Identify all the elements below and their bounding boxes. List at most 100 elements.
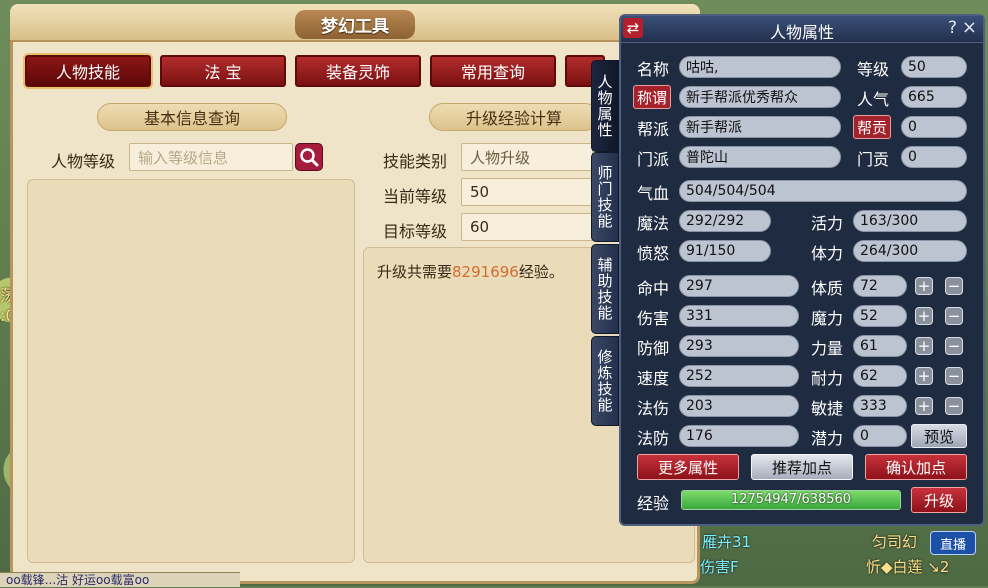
help-icon[interactable]: ? bbox=[948, 18, 957, 38]
result-number: 8291696 bbox=[452, 263, 519, 281]
minus-magic-button[interactable]: − bbox=[945, 307, 963, 325]
plus-strength-button[interactable]: + bbox=[915, 337, 933, 355]
popularity-value: 665 bbox=[901, 86, 967, 108]
stat-value-constitution: 72 bbox=[853, 275, 907, 297]
stat-value-speed: 252 bbox=[679, 365, 799, 387]
mp-value: 292/292 bbox=[679, 210, 771, 232]
hp-label: 气血 bbox=[637, 184, 670, 203]
anger-value: 91/150 bbox=[679, 240, 771, 262]
minus-endurance-button[interactable]: − bbox=[945, 367, 963, 385]
tab-equipment-accessory[interactable]: 装备灵饰 bbox=[295, 55, 421, 87]
attribute-titlebar[interactable]: ⇄ 人物属性 ? × bbox=[621, 16, 983, 43]
scene-text-npc: 雁卉31 bbox=[702, 533, 752, 551]
current-level-label: 当前等级 bbox=[383, 187, 448, 206]
target-level-input[interactable]: 60 bbox=[461, 213, 593, 241]
stat-value-strength: 61 bbox=[853, 335, 907, 357]
stat-label-constitution: 体质 bbox=[811, 279, 844, 298]
attribute-window: ⇄ 人物属性 ? × 名称 咕咕, 等级 50 称谓 新手帮派优秀帮众 人气 6… bbox=[619, 14, 985, 526]
exp-bar: 12754947/638560 bbox=[681, 490, 901, 510]
chat-bar[interactable]: oo载锋...沽 好运oo载富oo bbox=[0, 572, 240, 587]
sidetab-sect-skills[interactable]: 师门技能 bbox=[591, 152, 619, 242]
stat-value-defense: 293 bbox=[679, 335, 799, 357]
stat-value-spell-defense: 176 bbox=[679, 425, 799, 447]
plus-constitution-button[interactable]: + bbox=[915, 277, 933, 295]
sect-label: 门派 bbox=[637, 150, 670, 169]
tab-magic-treasure[interactable]: 法 宝 bbox=[160, 55, 286, 87]
exp-label: 经验 bbox=[637, 494, 670, 513]
tab-character-skills[interactable]: 人物技能 bbox=[23, 53, 153, 89]
section-exp-calculator: 升级经验计算 bbox=[429, 103, 599, 131]
section-basic-info: 基本信息查询 bbox=[97, 103, 287, 131]
recommend-points-button[interactable]: 推荐加点 bbox=[751, 454, 853, 480]
gang-value: 新手帮派 bbox=[679, 116, 841, 138]
result-prefix: 升级共需要 bbox=[377, 263, 453, 281]
search-button[interactable] bbox=[295, 143, 323, 171]
stat-label-hit: 命中 bbox=[637, 279, 670, 298]
scene-text-player: 匀司幻 bbox=[872, 533, 918, 551]
level-up-button[interactable]: 升级 bbox=[911, 487, 967, 513]
scene-text-damage: 伤害F bbox=[700, 558, 739, 576]
sidetab-support-skills[interactable]: 辅助技能 bbox=[591, 244, 619, 334]
skill-type-select[interactable]: 人物升级 bbox=[461, 143, 593, 171]
plus-magic-button[interactable]: + bbox=[915, 307, 933, 325]
stat-label-speed: 速度 bbox=[637, 369, 670, 388]
stat-label-defense: 防御 bbox=[637, 339, 670, 358]
basic-info-panel bbox=[27, 179, 355, 563]
tab-common-query[interactable]: 常用查询 bbox=[430, 55, 556, 87]
stat-label-spell-damage: 法伤 bbox=[637, 399, 670, 418]
stat-value-agility: 333 bbox=[853, 395, 907, 417]
search-icon bbox=[300, 148, 319, 167]
gang-contribution-value: 0 bbox=[901, 116, 967, 138]
level-input[interactable]: 输入等级信息 bbox=[129, 143, 293, 171]
minus-constitution-button[interactable]: − bbox=[945, 277, 963, 295]
plus-endurance-button[interactable]: + bbox=[915, 367, 933, 385]
attribute-title: 人物属性 bbox=[769, 23, 834, 42]
gang-contribution-button[interactable]: 帮贡 bbox=[853, 115, 892, 139]
current-level-input[interactable]: 50 bbox=[461, 178, 593, 206]
close-icon[interactable]: × bbox=[962, 17, 977, 38]
level-value: 50 bbox=[901, 56, 967, 78]
name-value: 咕咕, bbox=[679, 56, 841, 78]
tool-titlebar[interactable]: 梦幻工具 bbox=[10, 4, 700, 42]
level-label: 人物等级 bbox=[51, 152, 116, 171]
stat-value-endurance: 62 bbox=[853, 365, 907, 387]
stamina-label: 体力 bbox=[811, 244, 844, 263]
minus-strength-button[interactable]: − bbox=[945, 337, 963, 355]
hp-value: 504/504/504 bbox=[679, 180, 967, 202]
live-stream-button[interactable]: 直播 bbox=[930, 531, 976, 555]
vitality-value: 163/300 bbox=[853, 210, 967, 232]
stat-label-magic: 魔力 bbox=[811, 309, 844, 328]
popularity-label: 人气 bbox=[857, 90, 890, 109]
stat-value-magic: 52 bbox=[853, 305, 907, 327]
name-label: 名称 bbox=[637, 60, 670, 79]
minus-agility-button[interactable]: − bbox=[945, 397, 963, 415]
anger-label: 愤怒 bbox=[637, 244, 670, 263]
plus-agility-button[interactable]: + bbox=[915, 397, 933, 415]
stat-label-spell-defense: 法防 bbox=[637, 429, 670, 448]
sect-value: 普陀山 bbox=[679, 146, 841, 168]
result-suffix: 经验。 bbox=[518, 263, 564, 281]
skill-type-label: 技能类别 bbox=[383, 152, 448, 171]
vitality-label: 活力 bbox=[811, 214, 844, 233]
stat-value-spell-damage: 203 bbox=[679, 395, 799, 417]
title-value: 新手帮派优秀帮众 bbox=[679, 86, 841, 108]
preview-button[interactable]: 预览 bbox=[911, 424, 967, 448]
scene-text-player-name: 忻◆白莲 ↘2 bbox=[866, 558, 950, 576]
target-level-label: 目标等级 bbox=[383, 222, 448, 241]
stat-value-potential: 0 bbox=[853, 425, 907, 447]
stat-label-damage: 伤害 bbox=[637, 309, 670, 328]
chat-bar-text: oo载锋...沽 好运oo载富oo bbox=[6, 573, 150, 587]
stat-label-strength: 力量 bbox=[811, 339, 844, 358]
exp-value: 12754947/638560 bbox=[730, 492, 852, 507]
sect-contribution-label: 门贡 bbox=[857, 150, 890, 169]
sidetab-character-attributes[interactable]: 人物属性 bbox=[591, 60, 619, 152]
more-attributes-button[interactable]: 更多属性 bbox=[637, 454, 739, 480]
stat-value-hit: 297 bbox=[679, 275, 799, 297]
sect-contribution-value: 0 bbox=[901, 146, 967, 168]
gang-label: 帮派 bbox=[637, 120, 670, 139]
confirm-points-button[interactable]: 确认加点 bbox=[865, 454, 967, 480]
stat-label-agility: 敏捷 bbox=[811, 399, 844, 418]
title-button[interactable]: 称谓 bbox=[633, 85, 672, 109]
sidetab-cultivation-skills[interactable]: 修炼技能 bbox=[591, 336, 619, 426]
mp-label: 魔法 bbox=[637, 214, 670, 233]
